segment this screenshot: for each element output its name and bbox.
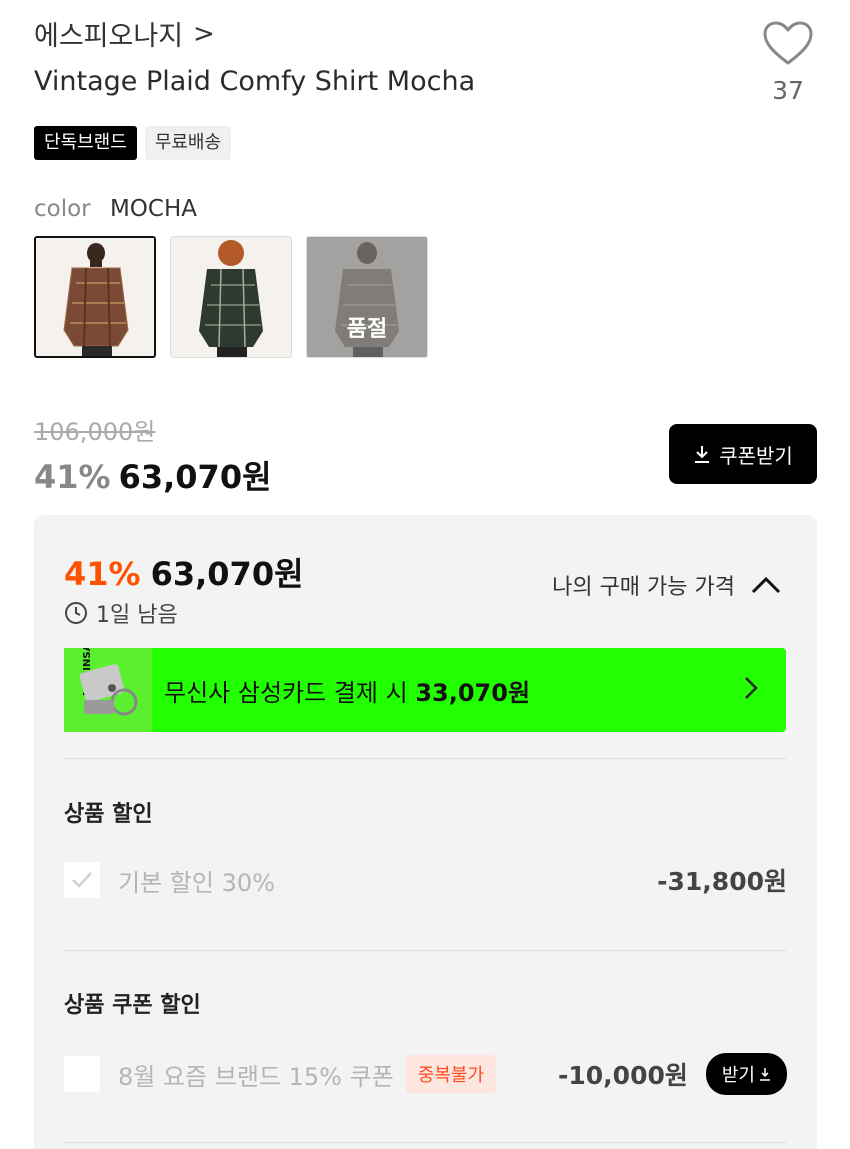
panel-discount-rate: 41% [64, 555, 141, 593]
receive-label: 받기 [721, 1065, 755, 1086]
download-icon [695, 446, 710, 463]
exclusive-brand-badge: 단독브랜드 [34, 126, 137, 160]
remaining-time: 1일 남음 [64, 597, 178, 629]
basic-discount-checkbox[interactable] [64, 862, 100, 898]
card-benefit-banner[interactable]: MUSINSA 무신사 삼성카드 결제 시 33,070원 [64, 643, 786, 732]
original-price: 106,000원 [34, 418, 156, 446]
card-benefit-text: 무신사 삼성카드 결제 시 33,070원 [164, 673, 744, 708]
download-icon [760, 1068, 770, 1081]
brand-link[interactable]: 에스피오나지 > [34, 14, 215, 53]
card-benefit-prefix: 무신사 삼성카드 결제 시 [164, 678, 408, 707]
discount-rate: 41% [34, 458, 111, 496]
color-swatches: 품절 [34, 236, 428, 358]
panel-price-row: 41% 63,070원 [64, 549, 304, 595]
coupon-checkbox[interactable] [64, 1056, 100, 1092]
divider [64, 1142, 786, 1143]
chevron-right-icon [744, 674, 758, 707]
heart-icon [763, 21, 813, 65]
price-row: 41% 63,070원 [34, 452, 272, 498]
price-detail-panel: 41% 63,070원 1일 남음 나의 구매 가능 가격 MUSINSA 무신 [34, 515, 817, 1149]
card-benefit-amount: 33,070원 [415, 678, 531, 707]
my-price-toggle[interactable]: 나의 구매 가능 가격 [552, 569, 781, 601]
basic-discount-row: 기본 할인 30% -31,800원 [64, 862, 787, 898]
color-value: MOCHA [109, 196, 197, 222]
swatch-green[interactable] [170, 236, 292, 358]
product-thumbnail-mocha [36, 238, 154, 356]
color-label: color [34, 196, 91, 222]
product-title: Vintage Plaid Comfy Shirt Mocha [34, 66, 476, 97]
divider [64, 950, 786, 951]
like-count: 37 [772, 76, 804, 105]
coupon-discount-row: 8월 요즘 브랜드 15% 쿠폰 중복불가 -10,000원 받기 [64, 1053, 787, 1095]
soldout-label: 품절 [346, 317, 388, 342]
brand-name: 에스피오나지 [34, 21, 184, 52]
no-duplicate-badge: 중복불가 [405, 1055, 497, 1093]
remaining-label: 1일 남음 [96, 603, 178, 628]
coupon-discount-title: 상품 쿠폰 할인 [64, 993, 201, 1018]
coupon-label: 8월 요즘 브랜드 15% 쿠폰 [118, 1062, 394, 1091]
divider [64, 758, 786, 759]
receive-coupon-button[interactable]: 받기 [705, 1053, 787, 1095]
clock-icon [65, 602, 87, 624]
color-selection-label: color MOCHA [34, 196, 197, 222]
free-shipping-badge: 무료배송 [144, 126, 232, 160]
check-icon [72, 872, 92, 888]
get-coupon-button[interactable]: 쿠폰받기 [669, 424, 817, 484]
coupon-amount: -10,000원 [558, 1061, 688, 1090]
card-thumbnail: MUSINSA [64, 643, 152, 732]
badge-list: 단독브랜드 무료배송 [34, 126, 232, 160]
basic-discount-amount: -31,800원 [657, 867, 787, 896]
chevron-up-icon [751, 576, 781, 594]
chevron-right-icon: > [193, 18, 215, 49]
panel-final-price: 63,070원 [150, 555, 304, 593]
basic-discount-label: 기본 할인 30% [118, 868, 275, 897]
like-button[interactable]: 37 [758, 20, 818, 105]
get-coupon-label: 쿠폰받기 [719, 443, 793, 468]
swatch-mocha[interactable] [34, 236, 156, 358]
my-price-label: 나의 구매 가능 가격 [552, 575, 735, 600]
product-discount-title: 상품 할인 [64, 802, 153, 827]
product-thumbnail-green [171, 237, 291, 357]
final-price: 63,070원 [118, 458, 272, 496]
swatch-grey-soldout[interactable]: 품절 [306, 236, 428, 358]
